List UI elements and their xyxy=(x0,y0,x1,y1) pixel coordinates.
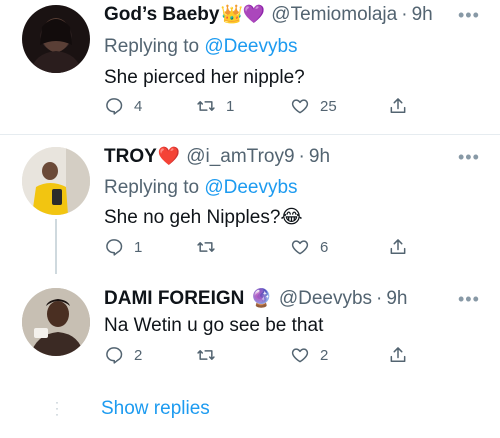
tweet-divider xyxy=(0,134,500,135)
mention-link[interactable]: @Deevybs xyxy=(204,177,297,198)
reply-count: 4 xyxy=(134,97,143,115)
reply-icon xyxy=(106,98,123,115)
avatar-photo-icon xyxy=(22,147,90,215)
avatar[interactable] xyxy=(22,147,90,215)
like-button[interactable]: 2 xyxy=(290,345,328,365)
heart-icon xyxy=(291,240,309,255)
reply-button[interactable]: 4 xyxy=(104,96,142,116)
display-name[interactable]: DAMI FOREIGN xyxy=(104,288,244,310)
reply-count: 2 xyxy=(134,346,143,364)
retweet-button[interactable] xyxy=(196,237,226,257)
tweet-text: Na Wetin u go see be that xyxy=(104,315,324,336)
share-icon xyxy=(390,347,406,362)
separator-dot: · xyxy=(401,4,408,25)
mention-link[interactable]: @Deevybs xyxy=(204,36,297,57)
action-bar: 4 1 25 xyxy=(104,96,406,120)
share-icon xyxy=(390,239,406,254)
display-name[interactable]: TROY xyxy=(104,146,157,168)
like-count: 6 xyxy=(320,238,329,256)
like-button[interactable]: 6 xyxy=(290,237,328,257)
name-emoji: ❤️ xyxy=(157,146,181,166)
thread-ellipsis-icon: · · · xyxy=(55,395,59,421)
display-name[interactable]: God’s Baeby xyxy=(104,4,219,26)
name-emoji: 👑💜 xyxy=(220,4,266,24)
tweet-header: DAMI FOREIGN 🔮 @Deevybs · 9h xyxy=(104,288,408,310)
thread-connector-line xyxy=(55,219,57,274)
action-bar: 1 6 xyxy=(104,237,406,261)
user-handle[interactable]: @Temiomolaja xyxy=(271,4,397,26)
reply-count: 1 xyxy=(134,238,143,256)
retweet-icon xyxy=(197,242,215,252)
timestamp[interactable]: 9h xyxy=(386,288,407,310)
tweet-header: God’s Baeby 👑💜 @Temiomolaja · 9h xyxy=(104,4,433,26)
reply-button[interactable]: 2 xyxy=(104,345,142,365)
heart-icon xyxy=(291,99,309,114)
user-handle[interactable]: @i_amTroy9 xyxy=(186,146,294,168)
more-options-button[interactable]: ••• xyxy=(458,5,480,26)
replying-prefix: Replying to xyxy=(104,36,205,57)
show-replies-link[interactable]: Show replies xyxy=(101,398,210,420)
avatar-photo-icon xyxy=(30,18,82,73)
share-button[interactable] xyxy=(388,345,408,365)
like-count: 25 xyxy=(320,97,337,115)
retweet-icon xyxy=(197,101,215,111)
tweet-text-content: She no geh Nipples? xyxy=(104,207,281,228)
tweet-text: She pierced her nipple? xyxy=(104,67,305,88)
user-handle[interactable]: @Deevybs xyxy=(279,288,372,310)
reply-button[interactable]: 1 xyxy=(104,237,142,257)
timestamp[interactable]: 9h xyxy=(412,4,433,26)
separator-dot: · xyxy=(376,288,383,309)
avatar[interactable] xyxy=(22,5,90,73)
laughing-emoji: 😂 xyxy=(280,207,303,228)
replying-to: Replying to @Deevybs xyxy=(104,177,298,199)
like-count: 2 xyxy=(320,346,329,364)
reply-icon xyxy=(106,347,123,364)
retweet-button[interactable] xyxy=(196,345,226,365)
share-button[interactable] xyxy=(388,237,408,257)
retweet-icon xyxy=(197,350,215,360)
avatar-photo-icon xyxy=(22,288,90,356)
timestamp[interactable]: 9h xyxy=(309,146,330,168)
more-options-button[interactable]: ••• xyxy=(458,147,480,168)
tweet-text: She no geh Nipples?😂 xyxy=(104,206,303,229)
more-options-button[interactable]: ••• xyxy=(458,289,480,310)
replying-prefix: Replying to xyxy=(104,177,205,198)
retweet-count: 1 xyxy=(226,97,235,115)
tweet-header: TROY ❤️ @i_amTroy9 · 9h xyxy=(104,146,330,168)
heart-icon xyxy=(291,348,309,363)
reply-icon xyxy=(106,239,123,256)
name-emoji: 🔮 xyxy=(250,288,273,308)
share-button[interactable] xyxy=(388,96,408,116)
separator-dot: · xyxy=(298,146,305,167)
share-icon xyxy=(390,98,406,113)
retweet-button[interactable]: 1 xyxy=(196,96,234,116)
avatar[interactable] xyxy=(22,288,90,356)
like-button[interactable]: 25 xyxy=(290,96,337,116)
replying-to: Replying to @Deevybs xyxy=(104,36,298,58)
action-bar: 2 2 xyxy=(104,345,406,369)
